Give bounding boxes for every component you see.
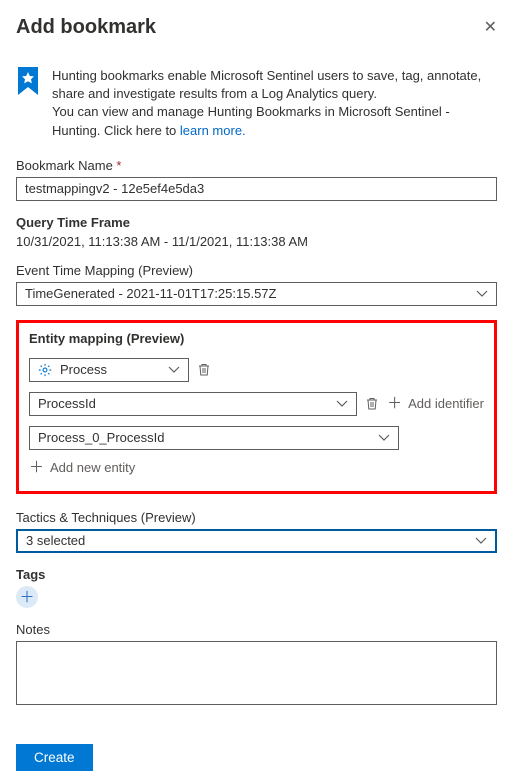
add-new-entity-label: Add new entity <box>50 460 135 475</box>
gear-icon <box>38 363 52 377</box>
delete-identifier-icon[interactable] <box>365 397 379 411</box>
tactics-value: 3 selected <box>26 533 475 548</box>
plus-icon: ＋ <box>387 396 402 411</box>
close-icon[interactable]: ✕ <box>484 20 497 36</box>
info-text: Hunting bookmarks enable Microsoft Senti… <box>52 67 497 140</box>
chevron-down-icon <box>378 432 390 444</box>
bookmark-name-input[interactable] <box>16 177 497 201</box>
chevron-down-icon <box>168 364 180 376</box>
tactics-dropdown[interactable]: 3 selected <box>16 529 497 553</box>
notes-label: Notes <box>16 622 497 637</box>
entity-mapping-section: Entity mapping (Preview) Process Process… <box>16 320 497 494</box>
entity-mapping-label: Entity mapping (Preview) <box>29 331 484 346</box>
query-timeframe-label: Query Time Frame <box>16 215 497 230</box>
entity-type-value: Process <box>60 362 107 377</box>
learn-more-link[interactable]: learn more. <box>180 123 246 138</box>
add-tag-button[interactable]: ＋ <box>16 586 38 608</box>
chevron-down-icon <box>336 398 348 410</box>
event-time-mapping-value: TimeGenerated - 2021-11-01T17:25:15.57Z <box>25 286 476 301</box>
identifier-key-value: ProcessId <box>38 396 336 411</box>
bookmark-name-label: Bookmark Name <box>16 158 497 173</box>
event-time-mapping-dropdown[interactable]: TimeGenerated - 2021-11-01T17:25:15.57Z <box>16 282 497 306</box>
tags-label: Tags <box>16 567 497 582</box>
panel-title: Add bookmark <box>16 16 156 39</box>
bookmark-icon <box>16 67 40 95</box>
entity-type-dropdown[interactable]: Process <box>29 358 189 382</box>
add-identifier-button[interactable]: ＋ Add identifier <box>387 396 484 411</box>
plus-icon: ＋ <box>19 586 34 607</box>
delete-entity-icon[interactable] <box>197 363 211 377</box>
event-time-mapping-label: Event Time Mapping (Preview) <box>16 263 497 278</box>
identifier-key-dropdown[interactable]: ProcessId <box>29 392 357 416</box>
identifier-value-dropdown[interactable]: Process_0_ProcessId <box>29 426 399 450</box>
info-line1: Hunting bookmarks enable Microsoft Senti… <box>52 68 481 101</box>
add-new-entity-button[interactable]: ＋ Add new entity <box>29 460 484 475</box>
query-timeframe-value: 10/31/2021, 11:13:38 AM - 11/1/2021, 11:… <box>16 234 497 249</box>
info-line2: You can view and manage Hunting Bookmark… <box>52 104 450 137</box>
plus-icon: ＋ <box>29 460 44 475</box>
notes-textarea[interactable] <box>16 641 497 705</box>
create-button[interactable]: Create <box>16 744 93 771</box>
add-identifier-label: Add identifier <box>408 396 484 411</box>
chevron-down-icon <box>475 535 487 547</box>
tactics-label: Tactics & Techniques (Preview) <box>16 510 497 525</box>
identifier-value-value: Process_0_ProcessId <box>38 430 378 445</box>
chevron-down-icon <box>476 288 488 300</box>
